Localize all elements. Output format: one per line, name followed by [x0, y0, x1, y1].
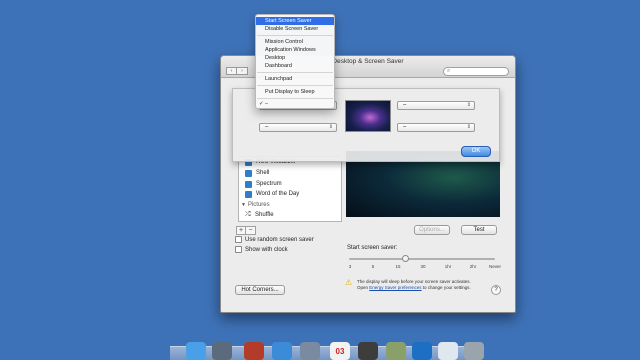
menu-separator: [257, 85, 333, 86]
menu-item-application-windows[interactable]: Application Windows: [256, 46, 334, 54]
help-button[interactable]: ?: [491, 285, 501, 295]
finder-icon[interactable]: [186, 342, 206, 360]
menu-item-start-screen-saver[interactable]: Start Screen Saver: [256, 17, 334, 25]
menu-item-dashboard[interactable]: Dashboard: [256, 62, 334, 70]
list-item-spectrum[interactable]: Spectrum: [245, 179, 282, 189]
slider-ticks: 3 5 15 30 1hr 2hr Never: [347, 264, 502, 272]
menu-separator: [257, 98, 333, 99]
menu-item-label: –: [265, 101, 269, 107]
preview-icon[interactable]: [386, 342, 406, 360]
calendar-icon[interactable]: 03: [330, 342, 350, 360]
menu-separator: [257, 35, 333, 36]
search-icon: ⌕: [447, 68, 451, 74]
photo-booth-icon[interactable]: [244, 342, 264, 360]
checkmark-icon: ✓: [259, 101, 264, 107]
screen-saver-icon: [245, 190, 252, 198]
slider-tick-label: 15: [395, 264, 401, 269]
popup-value: –: [265, 124, 269, 130]
list-item-label: Shuffle: [255, 212, 274, 218]
menu-item-mission-control[interactable]: Mission Control: [256, 38, 334, 46]
slider-tick-label: 1hr: [444, 264, 452, 269]
options-button[interactable]: Options...: [414, 225, 450, 235]
warning-suffix: to change your settings.: [421, 285, 471, 290]
list-group-pictures[interactable]: ▼ Pictures: [241, 200, 270, 210]
desktop-thumbnail: [345, 100, 391, 132]
nav-buttons: ‹ ›: [226, 67, 248, 75]
popup-value: –: [403, 124, 407, 130]
preferences-icon[interactable]: [412, 342, 432, 360]
safari-icon[interactable]: [272, 342, 292, 360]
disclosure-triangle-icon[interactable]: ▼: [241, 202, 246, 208]
trash-icon[interactable]: [464, 342, 484, 360]
slider-tick-label: 3: [348, 264, 352, 269]
menu-item-none[interactable]: ✓ –: [256, 100, 334, 108]
start-saver-label: Start screen saver:: [347, 245, 398, 251]
screen-saver-list[interactable]: RSS Visualizer Shell Spectrum Word of th…: [238, 156, 342, 222]
list-edit-buttons: + −: [236, 226, 256, 235]
screen-saver-icon: [245, 180, 252, 188]
back-button[interactable]: ‹: [226, 67, 237, 75]
shuffle-icon: ⤮: [245, 211, 251, 218]
slider-tick-label: 30: [420, 264, 426, 269]
top-right-corner-popup[interactable]: – ⇕: [397, 101, 475, 110]
start-saver-slider[interactable]: [349, 258, 495, 260]
warning-icon: ⚠: [345, 278, 353, 287]
document-icon[interactable]: [438, 342, 458, 360]
popup-arrows-icon: ⇕: [328, 124, 333, 130]
random-saver-row[interactable]: Use random screen saver: [235, 236, 314, 243]
mail-icon[interactable]: [300, 342, 320, 360]
random-saver-checkbox[interactable]: [235, 236, 242, 243]
bottom-left-corner-popup[interactable]: – ⇕: [259, 123, 337, 132]
popup-arrows-icon: ⇕: [466, 124, 471, 130]
list-item-label: Shell: [256, 170, 270, 176]
show-clock-row[interactable]: Show with clock: [235, 246, 288, 253]
menu-item-desktop[interactable]: Desktop: [256, 54, 334, 62]
screen-saver-icon: [245, 169, 252, 177]
show-clock-label: Show with clock: [245, 246, 288, 253]
popup-arrows-icon: ⇕: [466, 102, 471, 108]
list-item-label: Spectrum: [256, 181, 282, 187]
energy-saver-link[interactable]: Energy Saver preferences: [369, 285, 421, 290]
bottom-right-corner-popup[interactable]: – ⇕: [397, 123, 475, 132]
random-saver-label: Use random screen saver: [245, 236, 314, 243]
menu-separator: [257, 72, 333, 73]
remove-button[interactable]: −: [246, 226, 256, 235]
launchpad-icon[interactable]: [212, 342, 232, 360]
search-input[interactable]: ⌕: [443, 67, 509, 76]
menu-item-put-display-to-sleep[interactable]: Put Display to Sleep: [256, 88, 334, 96]
hot-corner-menu: Start Screen Saver Disable Screen Saver …: [255, 14, 335, 109]
list-item-label: Word of the Day: [256, 191, 300, 197]
activity-monitor-icon[interactable]: [358, 342, 378, 360]
slider-tick-label: Never: [488, 264, 502, 269]
show-clock-checkbox[interactable]: [235, 246, 242, 253]
test-button[interactable]: Test: [461, 225, 497, 235]
list-group-label: Pictures: [247, 202, 270, 208]
forward-button[interactable]: ›: [237, 67, 248, 75]
menu-item-launchpad[interactable]: Launchpad: [256, 75, 334, 83]
menu-item-disable-screen-saver[interactable]: Disable Screen Saver: [256, 25, 334, 33]
slider-tick-label: 5: [371, 264, 375, 269]
warning-prefix: Open: [357, 285, 370, 290]
list-item-shell[interactable]: Shell: [245, 168, 269, 178]
slider-knob[interactable]: [402, 255, 410, 262]
list-item-shuffle[interactable]: ⤮ Shuffle: [245, 210, 274, 220]
energy-warning: The display will sleep before your scree…: [357, 279, 507, 291]
slider-tick-label: 2hr: [469, 264, 477, 269]
add-button[interactable]: +: [236, 226, 246, 235]
hot-corners-button[interactable]: Hot Corners...: [235, 285, 285, 295]
list-item-word-of-the-day[interactable]: Word of the Day: [245, 189, 299, 199]
ok-button[interactable]: OK: [461, 146, 491, 157]
warning-text: The display will sleep before your scree…: [357, 279, 471, 284]
popup-value: –: [403, 102, 407, 108]
